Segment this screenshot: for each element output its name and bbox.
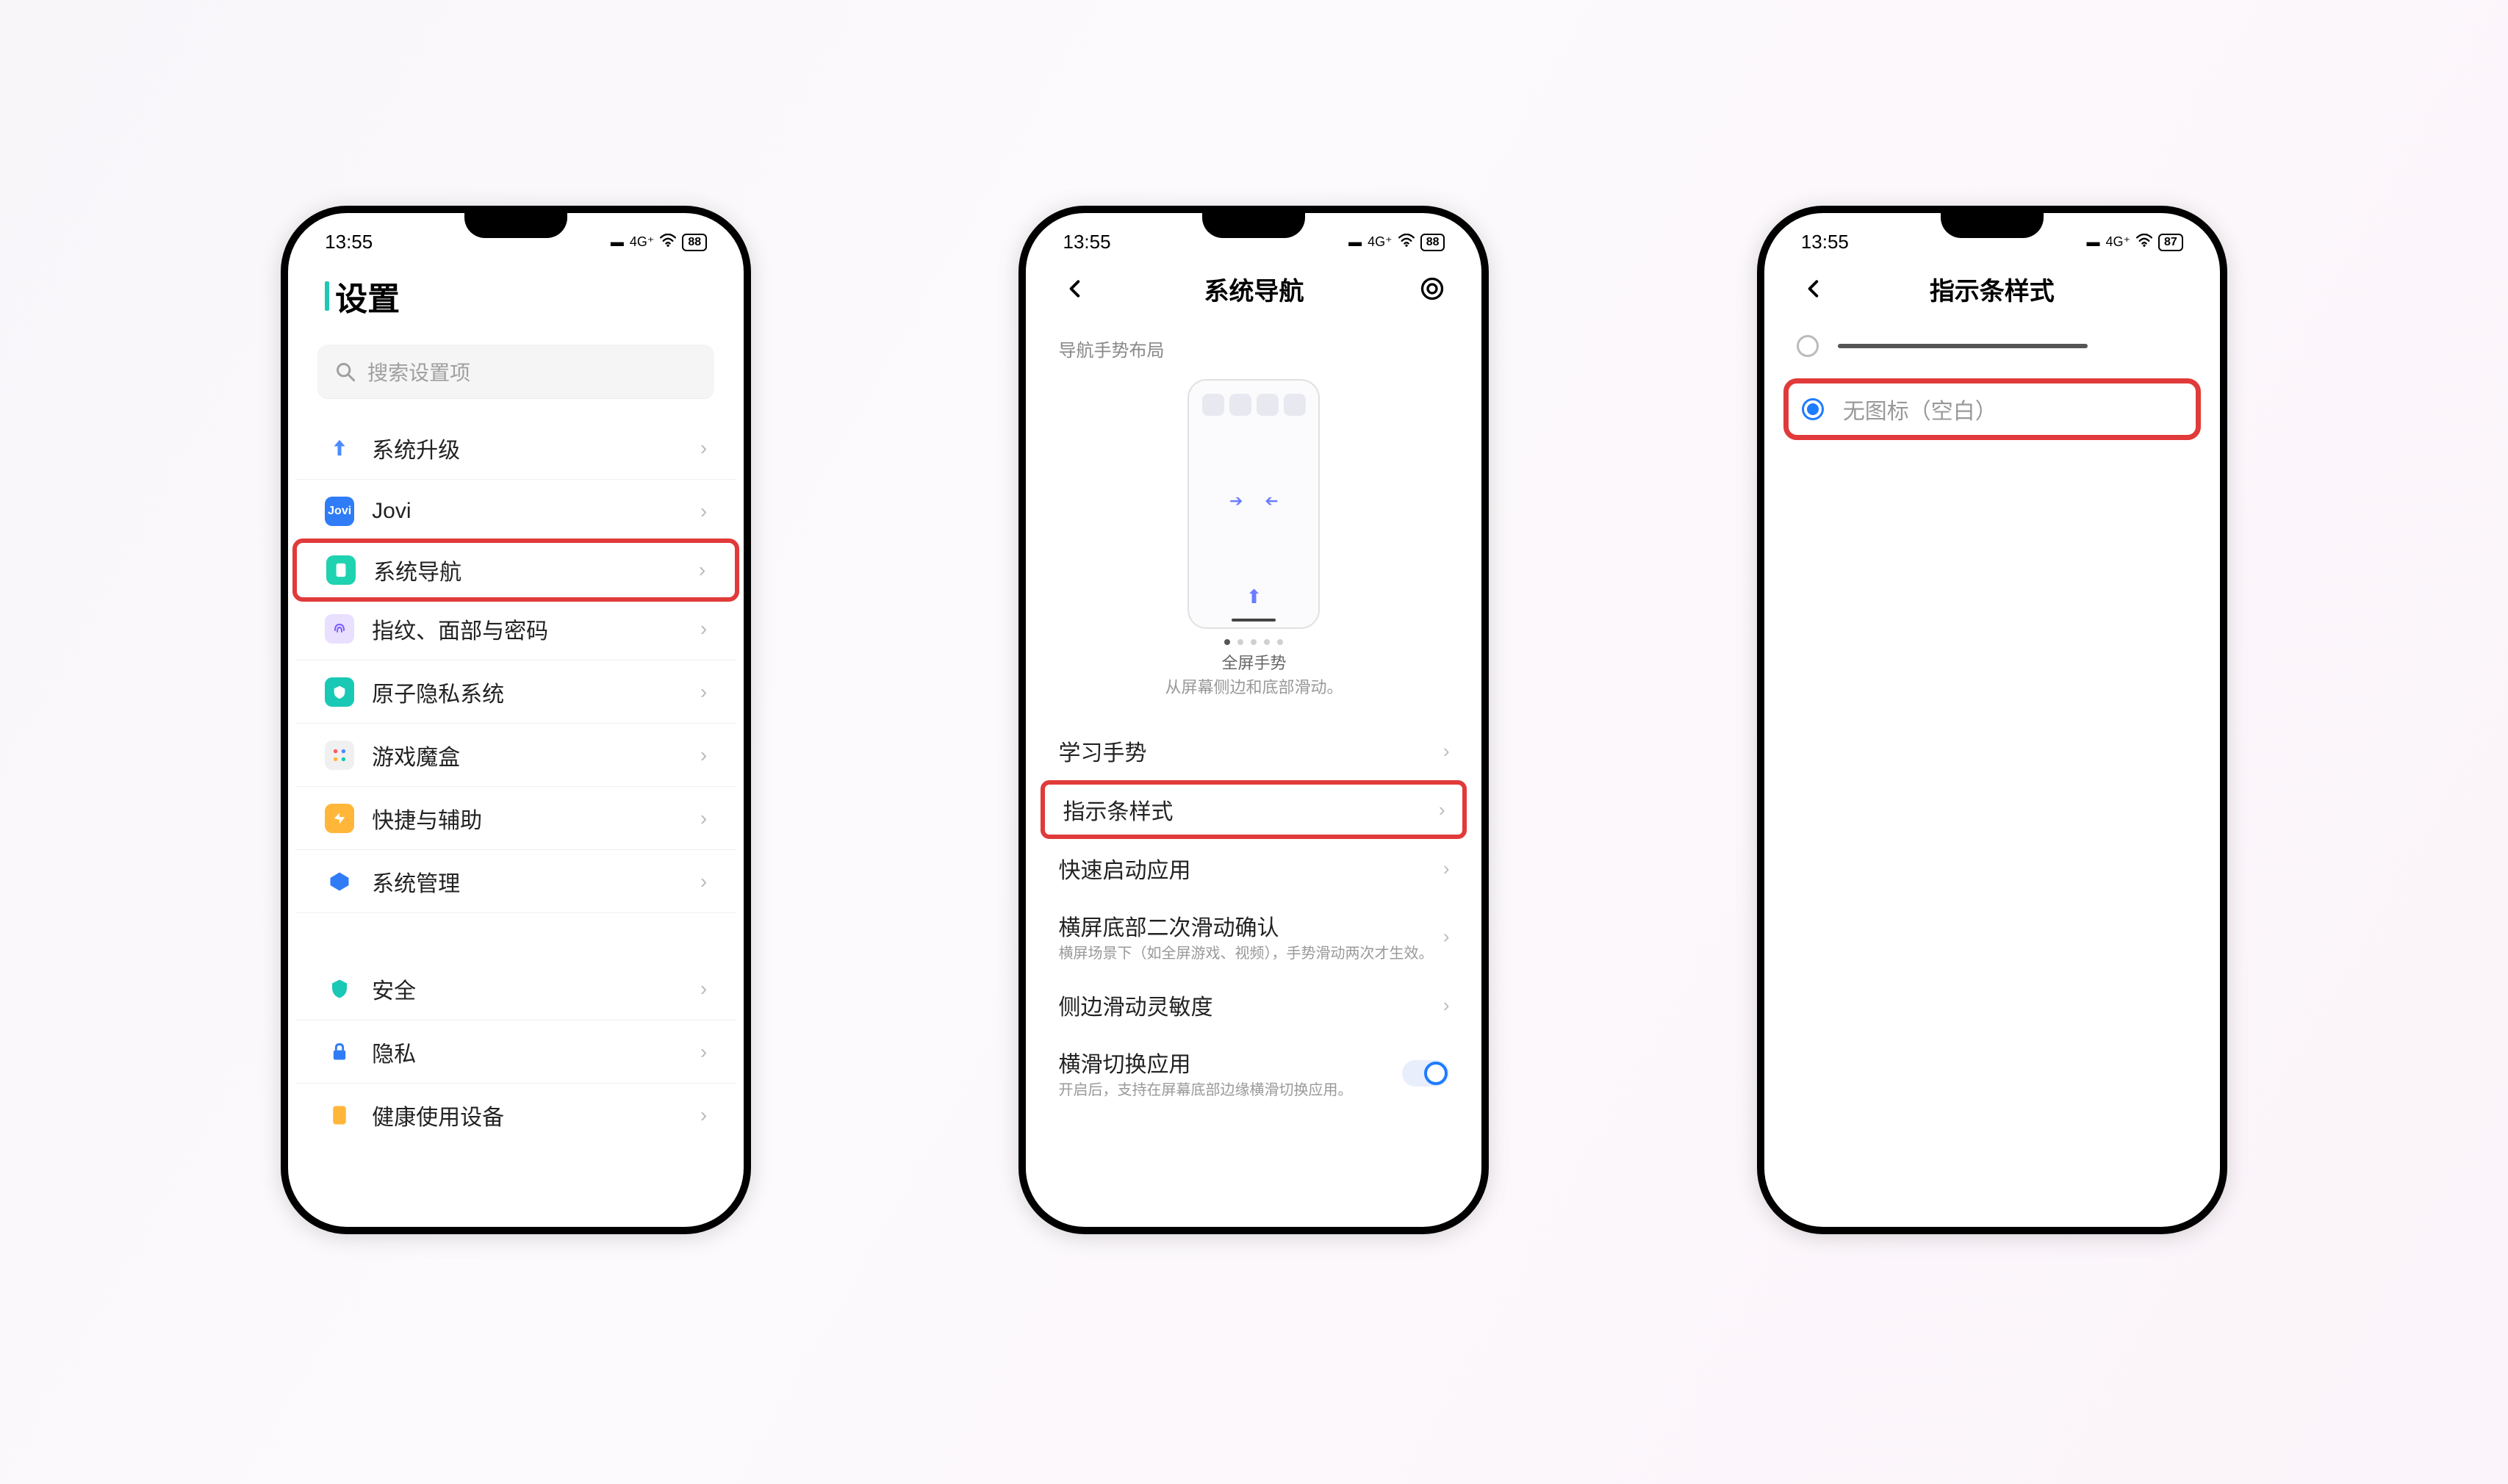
row-horizontal-switch[interactable]: 横滑切换应用 开启后，支持在屏幕底部边缘横滑切换应用。 [1026, 1034, 1481, 1112]
back-button[interactable] [1797, 272, 1830, 306]
back-button[interactable] [1058, 272, 1092, 306]
upgrade-icon [325, 433, 354, 463]
pager-dots[interactable] [1026, 639, 1481, 645]
page-title: 设置 [288, 259, 744, 337]
row-fingerprint-face-password[interactable]: 指纹、面部与密码 › [295, 597, 736, 660]
row-privacy[interactable]: 隐私 › [295, 1020, 736, 1084]
chevron-right-icon: › [1443, 994, 1450, 1017]
chevron-right-icon: › [700, 1040, 707, 1064]
chevron-right-icon: › [1443, 926, 1450, 948]
game-icon [325, 741, 354, 770]
row-side-sensitivity[interactable]: 侧边滑动灵敏度 › [1026, 976, 1481, 1034]
page-title: 系统导航 [1204, 271, 1304, 307]
row-health[interactable]: 健康使用设备 › [295, 1084, 736, 1147]
nav-icon [326, 555, 356, 585]
chevron-right-icon: › [699, 558, 705, 582]
phone-settings: 13:55 ▬ 4G⁺ 88 设置 搜索设置项 系统升级 › [281, 206, 751, 1234]
health-icon [325, 1101, 354, 1130]
search-input[interactable]: 搜索设置项 [317, 345, 714, 399]
row-system-management[interactable]: 系统管理 › [295, 850, 736, 913]
home-indicator-icon [1232, 619, 1276, 622]
row-quick-launch[interactable]: 快速启动应用 › [1026, 839, 1481, 898]
row-system-upgrade[interactable]: 系统升级 › [295, 417, 736, 480]
signal-icon: ▬ [611, 234, 624, 250]
chevron-right-icon: › [700, 1103, 707, 1127]
chevron-right-icon: › [700, 977, 707, 1001]
search-icon [335, 361, 356, 382]
status-bar: 13:55 ▬ 4G⁺ 87 [1764, 213, 2220, 259]
status-icons: ▬ 4G⁺ 88 [611, 234, 707, 251]
chevron-right-icon: › [700, 743, 707, 767]
row-indicator-style[interactable]: 指示条样式 › [1041, 780, 1467, 839]
chevron-right-icon: › [700, 617, 707, 641]
radio-checked-icon [1802, 398, 1824, 420]
jovi-icon: Jovi [325, 497, 354, 526]
status-icons: ▬ 4G⁺ 87 [2087, 234, 2183, 251]
wifi-icon [2136, 234, 2152, 251]
row-learn-gestures[interactable]: 学习手势 › [1026, 721, 1481, 780]
status-time: 13:55 [325, 231, 373, 253]
gear-button[interactable] [1415, 272, 1449, 306]
battery-icon: 88 [682, 234, 707, 251]
battery-icon: 88 [1420, 234, 1445, 251]
gesture-preview[interactable]: ➔➔ ⬆ [1187, 379, 1320, 629]
wifi-icon [660, 234, 676, 251]
page-title: 指示条样式 [1930, 271, 2055, 307]
battery-icon: 87 [2158, 234, 2183, 251]
status-bar: 13:55 ▬ 4G⁺ 88 [288, 213, 744, 259]
status-icons: ▬ 4G⁺ 88 [1348, 234, 1445, 251]
row-game-box[interactable]: 游戏魔盒 › [295, 724, 736, 787]
chevron-right-icon: › [700, 870, 707, 893]
radio-option-bar[interactable] [1764, 318, 2220, 374]
network-icon: 4G⁺ [630, 234, 655, 250]
chevron-right-icon: › [700, 807, 707, 830]
chevron-right-icon: › [700, 500, 707, 523]
status-time: 13:55 [1801, 231, 1849, 253]
row-system-navigation[interactable]: 系统导航 › [292, 539, 739, 602]
chevron-right-icon: › [1439, 799, 1445, 821]
chevron-right-icon: › [700, 680, 707, 704]
status-bar: 13:55 ▬ 4G⁺ 88 [1026, 213, 1481, 259]
network-icon: 4G⁺ [2106, 234, 2131, 250]
lock-icon [325, 1037, 354, 1067]
side-arrows-icon: ➔➔ [1189, 491, 1318, 511]
row-atom-privacy[interactable]: 原子隐私系统 › [295, 660, 736, 724]
network-icon: 4G⁺ [1368, 234, 1393, 250]
status-time: 13:55 [1063, 231, 1110, 253]
radio-unchecked-icon [1797, 335, 1819, 357]
signal-icon: ▬ [1348, 234, 1362, 250]
wifi-icon [1398, 234, 1415, 251]
fingerprint-icon [325, 614, 354, 644]
quick-assist-icon [325, 804, 354, 833]
search-placeholder: 搜索设置项 [367, 357, 470, 386]
header: 系统导航 [1026, 259, 1481, 318]
header: 指示条样式 [1764, 259, 2220, 318]
preview-caption: 全屏手势 从屏幕侧边和底部滑动。 [1026, 651, 1481, 699]
indicator-bar-preview [1838, 344, 2088, 348]
phone-indicator-style: 13:55 ▬ 4G⁺ 87 指示条样式 无图标（空白） [1757, 206, 2227, 1234]
radio-option-blank[interactable]: 无图标（空白） [1783, 378, 2201, 440]
chevron-right-icon: › [1443, 857, 1450, 880]
row-landscape-confirm[interactable]: 横屏底部二次滑动确认 横屏场景下（如全屏游戏、视频），手势滑动两次才生效。 › [1026, 898, 1481, 976]
section-label: 导航手势布局 [1026, 318, 1481, 372]
row-jovi[interactable]: Jovi Jovi › [295, 480, 736, 543]
chevron-right-icon: › [1443, 740, 1450, 763]
phone-system-navigation: 13:55 ▬ 4G⁺ 88 系统导航 导航手势布局 ➔➔ ⬆ [1018, 206, 1489, 1234]
shield-icon [325, 974, 354, 1004]
toggle-switch[interactable] [1402, 1060, 1449, 1087]
row-quick-assist[interactable]: 快捷与辅助 › [295, 787, 736, 850]
up-arrow-icon: ⬆ [1189, 586, 1318, 614]
signal-icon: ▬ [2087, 234, 2100, 250]
system-management-icon [325, 867, 354, 896]
row-security[interactable]: 安全 › [295, 957, 736, 1020]
chevron-right-icon: › [700, 436, 707, 460]
atom-privacy-icon [325, 677, 354, 707]
